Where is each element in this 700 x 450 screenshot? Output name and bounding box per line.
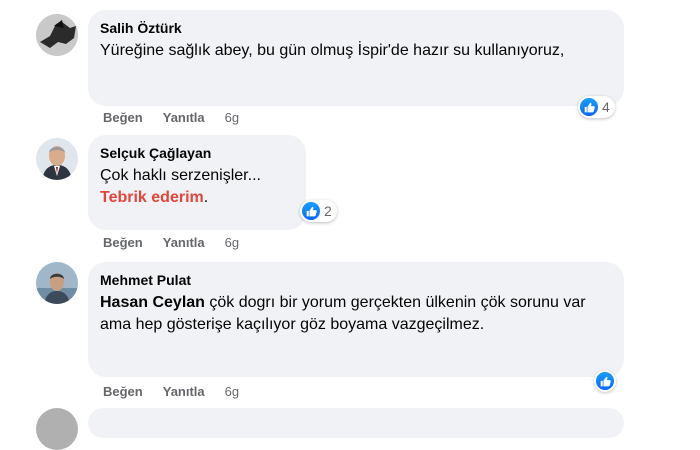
like-button[interactable]: Beğen — [103, 235, 143, 250]
like-reaction-icon — [596, 372, 614, 390]
reply-button[interactable]: Yanıtla — [163, 384, 205, 399]
like-button[interactable]: Beğen — [103, 384, 143, 399]
comment-actions: Beğen Yanıtla 6g — [103, 384, 239, 399]
comment-author[interactable]: Selçuk Çağlayan — [100, 144, 294, 162]
reaction-summary[interactable]: 2 — [300, 200, 337, 222]
comment-punctuation: . — [203, 189, 209, 206]
comment-text: Yüreğine sağlık abey, bu gün olmuş İspir… — [100, 42, 565, 59]
avatar[interactable] — [36, 138, 78, 180]
comment-bubble: Salih Öztürk Yüreğine sağlık abey, bu gü… — [88, 10, 624, 106]
comment-text: Çok haklı serzenişler... Tebrik ederim. — [100, 165, 294, 209]
comment-actions: Beğen Yanıtla 6g — [103, 110, 239, 125]
comment-actions: Beğen Yanıtla 6g — [103, 235, 239, 250]
comment-bubble — [88, 408, 624, 438]
timestamp[interactable]: 6g — [225, 110, 239, 125]
reaction-count: 4 — [602, 99, 610, 115]
reaction-count: 2 — [324, 203, 332, 219]
like-button[interactable]: Beğen — [103, 110, 143, 125]
avatar[interactable] — [36, 262, 78, 304]
avatar[interactable] — [36, 14, 78, 56]
like-reaction-icon — [580, 98, 598, 116]
comment-bubble: Selçuk Çağlayan Çok haklı serzenişler...… — [88, 135, 306, 230]
reaction-summary[interactable] — [594, 370, 616, 392]
reply-button[interactable]: Yanıtla — [163, 110, 205, 125]
reply-button[interactable]: Yanıtla — [163, 235, 205, 250]
reaction-summary[interactable]: 4 — [578, 96, 615, 118]
avatar[interactable] — [36, 408, 78, 450]
mention-link[interactable]: Tebrik ederim — [100, 189, 204, 206]
comment-bubble: Mehmet Pulat Hasan Ceylan çök dogrı bir … — [88, 262, 624, 377]
comment-author[interactable]: Mehmet Pulat — [100, 271, 612, 289]
like-reaction-icon — [302, 202, 320, 220]
comment-text: Hasan Ceylan çök dogrı bir yorum gerçekt… — [100, 292, 612, 336]
timestamp[interactable]: 6g — [225, 235, 239, 250]
mention-link[interactable]: Hasan Ceylan — [100, 294, 205, 311]
timestamp[interactable]: 6g — [225, 384, 239, 399]
comment-author[interactable]: Salih Öztürk — [100, 19, 612, 37]
comment-line: Çok haklı serzenişler... — [100, 167, 261, 184]
